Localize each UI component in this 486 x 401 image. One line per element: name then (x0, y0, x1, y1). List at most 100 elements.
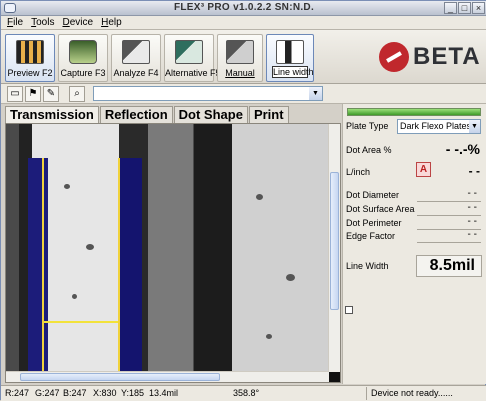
minimize-icon[interactable]: _ (444, 2, 457, 14)
beta-logo-mark (379, 42, 409, 72)
dot-diameter-label: Dot Diameter (346, 190, 400, 200)
line-width-button[interactable]: Line width (266, 34, 314, 82)
maximize-icon[interactable]: □ (458, 2, 471, 14)
dot-area-label: Dot Area % (346, 145, 392, 155)
width-measure-line (44, 321, 118, 323)
status-y: Y:185 (121, 388, 145, 398)
beta-logo: BETA (379, 40, 480, 76)
edge-factor-label: Edge Factor (346, 231, 396, 241)
window-controls: _ □ × (444, 2, 485, 14)
open-folder-icon[interactable]: ▭ (7, 86, 23, 102)
status-r: R:247 (5, 388, 30, 398)
chevron-down-icon: ▼ (309, 87, 322, 100)
status-g: G:247 (35, 388, 60, 398)
vertical-scroll-thumb[interactable] (330, 172, 339, 310)
device-status: Device not ready...... (371, 388, 453, 398)
status-x: X:830 (93, 388, 117, 398)
speck (64, 184, 70, 189)
dot-surface-label: Dot Surface Area (346, 204, 415, 214)
capture-button-label: Capture F3 (60, 68, 106, 78)
camera-icon (69, 40, 97, 64)
left-edge-marker (42, 158, 44, 372)
right-edge-marker (118, 158, 120, 372)
dot-perimeter-value: - - (467, 216, 477, 227)
alternative-button-label: Alternative F5 (165, 68, 221, 78)
manual-button[interactable]: Manual (217, 34, 263, 82)
plate-type-label: Plate Type (346, 121, 389, 131)
manual-button-label: Manual (225, 68, 255, 78)
menu-help[interactable]: Help (101, 17, 122, 28)
dot-diameter-box: - - (417, 188, 481, 202)
microscope-image (6, 124, 329, 372)
horizontal-scroll-thumb[interactable] (20, 373, 220, 381)
speck (266, 334, 272, 339)
menu-device[interactable]: Device (62, 17, 93, 28)
close-icon[interactable]: × (472, 2, 485, 14)
plate-type-select[interactable]: Dark Flexo Plates ▼ (397, 119, 481, 134)
line-width-box: 8.5mil (416, 255, 482, 277)
alternative-button[interactable]: Alternative F5 (164, 34, 221, 82)
secondary-toolbar: ▭ ⚑ ✎ ⌕ ▼ (1, 84, 486, 104)
status-divider (366, 387, 367, 400)
linch-label: L/inch (346, 167, 371, 177)
status-progress-bar (347, 108, 481, 116)
option-checkbox[interactable] (345, 306, 353, 314)
tab-dot-shape[interactable]: Dot Shape (173, 106, 248, 123)
line-width-label: Line Width (346, 261, 389, 271)
speck (72, 294, 77, 299)
linch-value: - - (468, 164, 480, 178)
vertical-scrollbar[interactable] (328, 124, 340, 372)
plate-type-value: Dark Flexo Plates (400, 121, 472, 131)
zoom-icon[interactable]: ⌕ (69, 86, 85, 102)
horizontal-scrollbar[interactable] (6, 371, 329, 382)
view-tabs: Transmission Reflection Dot Shape Print (5, 106, 289, 123)
main-toolbar: Preview F2 Capture F3 Analyze F4 Alterna… (1, 30, 486, 84)
dot-surface-box: - - (417, 202, 481, 216)
calculator-icon (122, 40, 150, 64)
preview-button[interactable]: Preview F2 (5, 34, 55, 82)
tab-print[interactable]: Print (248, 106, 289, 123)
pin-icon[interactable]: ✎ (43, 86, 59, 102)
edge-factor-box: - - (417, 229, 481, 243)
status-angle: 358.8° (233, 388, 260, 398)
alternative-calculator-icon (175, 40, 203, 64)
line-width-icon (276, 40, 304, 64)
manual-measure-icon (226, 40, 254, 64)
dot-perimeter-label: Dot Perimeter (346, 218, 402, 228)
beta-logo-text: BETA (413, 43, 481, 70)
menu-tools[interactable]: Tools (31, 17, 54, 28)
preview-button-label: Preview F2 (7, 68, 53, 78)
speck (256, 194, 263, 200)
line-width-value: 8.5mil (429, 257, 475, 274)
flex-pro-window: FLEX³ PRO v1.0.2.2 SN:N.D. _ □ × File To… (0, 0, 486, 401)
status-mil: 13.4mil (149, 388, 179, 398)
source-dropdown[interactable]: ▼ (93, 86, 323, 101)
measurement-panel: Plate Type Dark Flexo Plates ▼ Dot Area … (342, 104, 486, 384)
analyze-button-label: Analyze F4 (113, 68, 159, 78)
menu-file[interactable]: File (7, 17, 23, 28)
tab-reflection[interactable]: Reflection (99, 106, 173, 123)
status-b: B:247 (63, 388, 87, 398)
dot-area-value: - -.-% (445, 141, 480, 157)
dot-diameter-value: - - (467, 188, 477, 199)
chevron-down-icon: ▼ (469, 120, 480, 133)
dot-perimeter-box: - - (417, 216, 481, 230)
dot-surface-value: - - (467, 202, 477, 213)
speck (86, 244, 94, 250)
analyze-button[interactable]: Analyze F4 (111, 34, 161, 82)
status-bar: R:247 G:247 B:247 X:830 Y:185 13.4mil 35… (1, 385, 486, 401)
speck (286, 274, 295, 281)
title-bar: FLEX³ PRO v1.0.2.2 SN:N.D. _ □ × (1, 1, 486, 16)
tab-transmission[interactable]: Transmission (5, 106, 99, 123)
flag-icon[interactable]: ⚑ (25, 86, 41, 102)
window-title: FLEX³ PRO v1.0.2.2 SN:N.D. (173, 2, 315, 13)
left-measure-band (28, 158, 48, 372)
capture-button[interactable]: Capture F3 (58, 34, 108, 82)
menu-bar: File Tools Device Help (1, 16, 486, 30)
right-measure-band (118, 158, 142, 372)
film-strip-icon (16, 40, 44, 64)
edge-factor-value: - - (467, 229, 477, 240)
auto-linch-button[interactable]: A (416, 162, 431, 177)
image-viewer[interactable] (5, 123, 341, 383)
line-width-button-label: Line width (272, 66, 314, 78)
